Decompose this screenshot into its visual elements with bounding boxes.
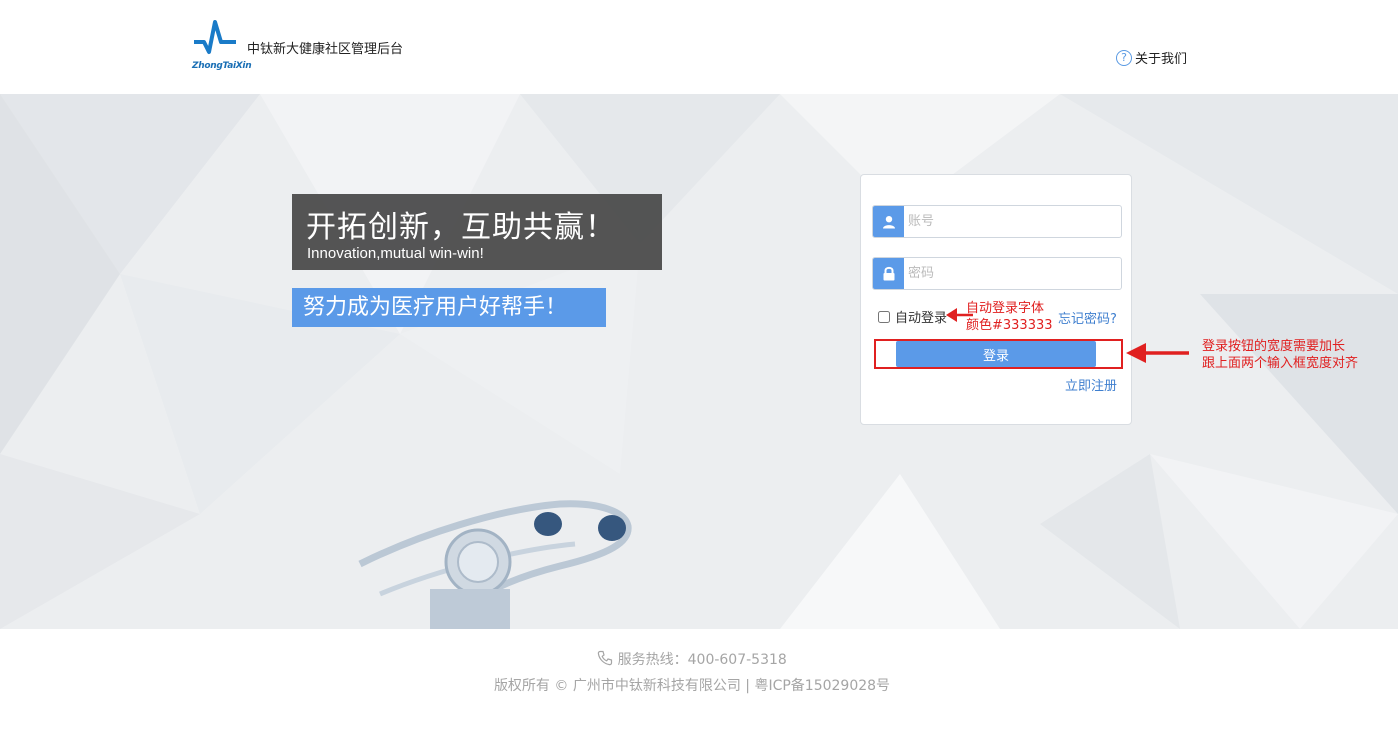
question-icon: ? bbox=[1116, 49, 1132, 66]
logo-pulse-icon bbox=[194, 20, 236, 54]
hotline: 服务热线：400-607-5318 bbox=[0, 649, 1384, 669]
hotline-text: 服务热线：400-607-5318 bbox=[617, 652, 787, 668]
annotation-button-line1: 登录按钮的宽度需要加长 bbox=[1202, 339, 1346, 354]
about-us-label: 关于我们 bbox=[1135, 52, 1188, 67]
username-input[interactable] bbox=[908, 206, 1118, 237]
phone-icon bbox=[597, 650, 613, 666]
slogan-chinese: 开拓创新，互助共赢！ bbox=[306, 210, 616, 245]
copyright: 版权所有 © 广州市中钛新科技有限公司 | 粤ICP备15029028号 bbox=[493, 678, 891, 694]
site-title: 中钛新大健康社区管理后台 bbox=[247, 42, 404, 57]
lock-icon bbox=[873, 258, 904, 289]
logo-text: ZhongTaiXin bbox=[192, 61, 252, 71]
about-us-link[interactable]: ? 关于我们 bbox=[1116, 48, 1187, 67]
auto-login-checkbox[interactable] bbox=[878, 310, 890, 323]
stethoscope-illustration bbox=[358, 500, 632, 629]
annotation-remember-note: 自动登录字体 颜色#333333 bbox=[966, 300, 1076, 334]
username-field bbox=[872, 205, 1122, 238]
password-input[interactable] bbox=[908, 258, 1118, 289]
password-field bbox=[872, 257, 1122, 290]
annotation-highlight-box bbox=[874, 339, 1123, 369]
slogan-box: 开拓创新，互助共赢！ Innovation,mutual win-win! bbox=[292, 194, 662, 270]
annotation-button-line2: 跟上面两个输入框宽度对齐 bbox=[1202, 356, 1359, 371]
footer: 服务热线：400-607-5318 版权所有 © 广州市中钛新科技有限公司 | … bbox=[0, 629, 1398, 734]
header: ZhongTaiXin 中钛新大健康社区管理后台 ? 关于我们 bbox=[0, 0, 1398, 94]
user-icon bbox=[873, 206, 904, 237]
annotation-button-note: 登录按钮的宽度需要加长 跟上面两个输入框宽度对齐 bbox=[1202, 338, 1392, 372]
annotation-arrow-left-icon bbox=[1126, 343, 1189, 363]
sub-slogan: 努力成为医疗用户好帮手！ bbox=[292, 288, 606, 327]
register-link[interactable]: 立即注册 bbox=[1065, 375, 1117, 394]
annotation-remember-line2: 颜色#333333 bbox=[966, 318, 1053, 333]
slogan-english: Innovation,mutual win-win! bbox=[307, 245, 484, 262]
annotation-remember-line1: 自动登录字体 bbox=[966, 301, 1045, 316]
auto-login-option[interactable]: 自动登录 bbox=[878, 307, 947, 326]
auto-login-label: 自动登录 bbox=[895, 311, 948, 326]
